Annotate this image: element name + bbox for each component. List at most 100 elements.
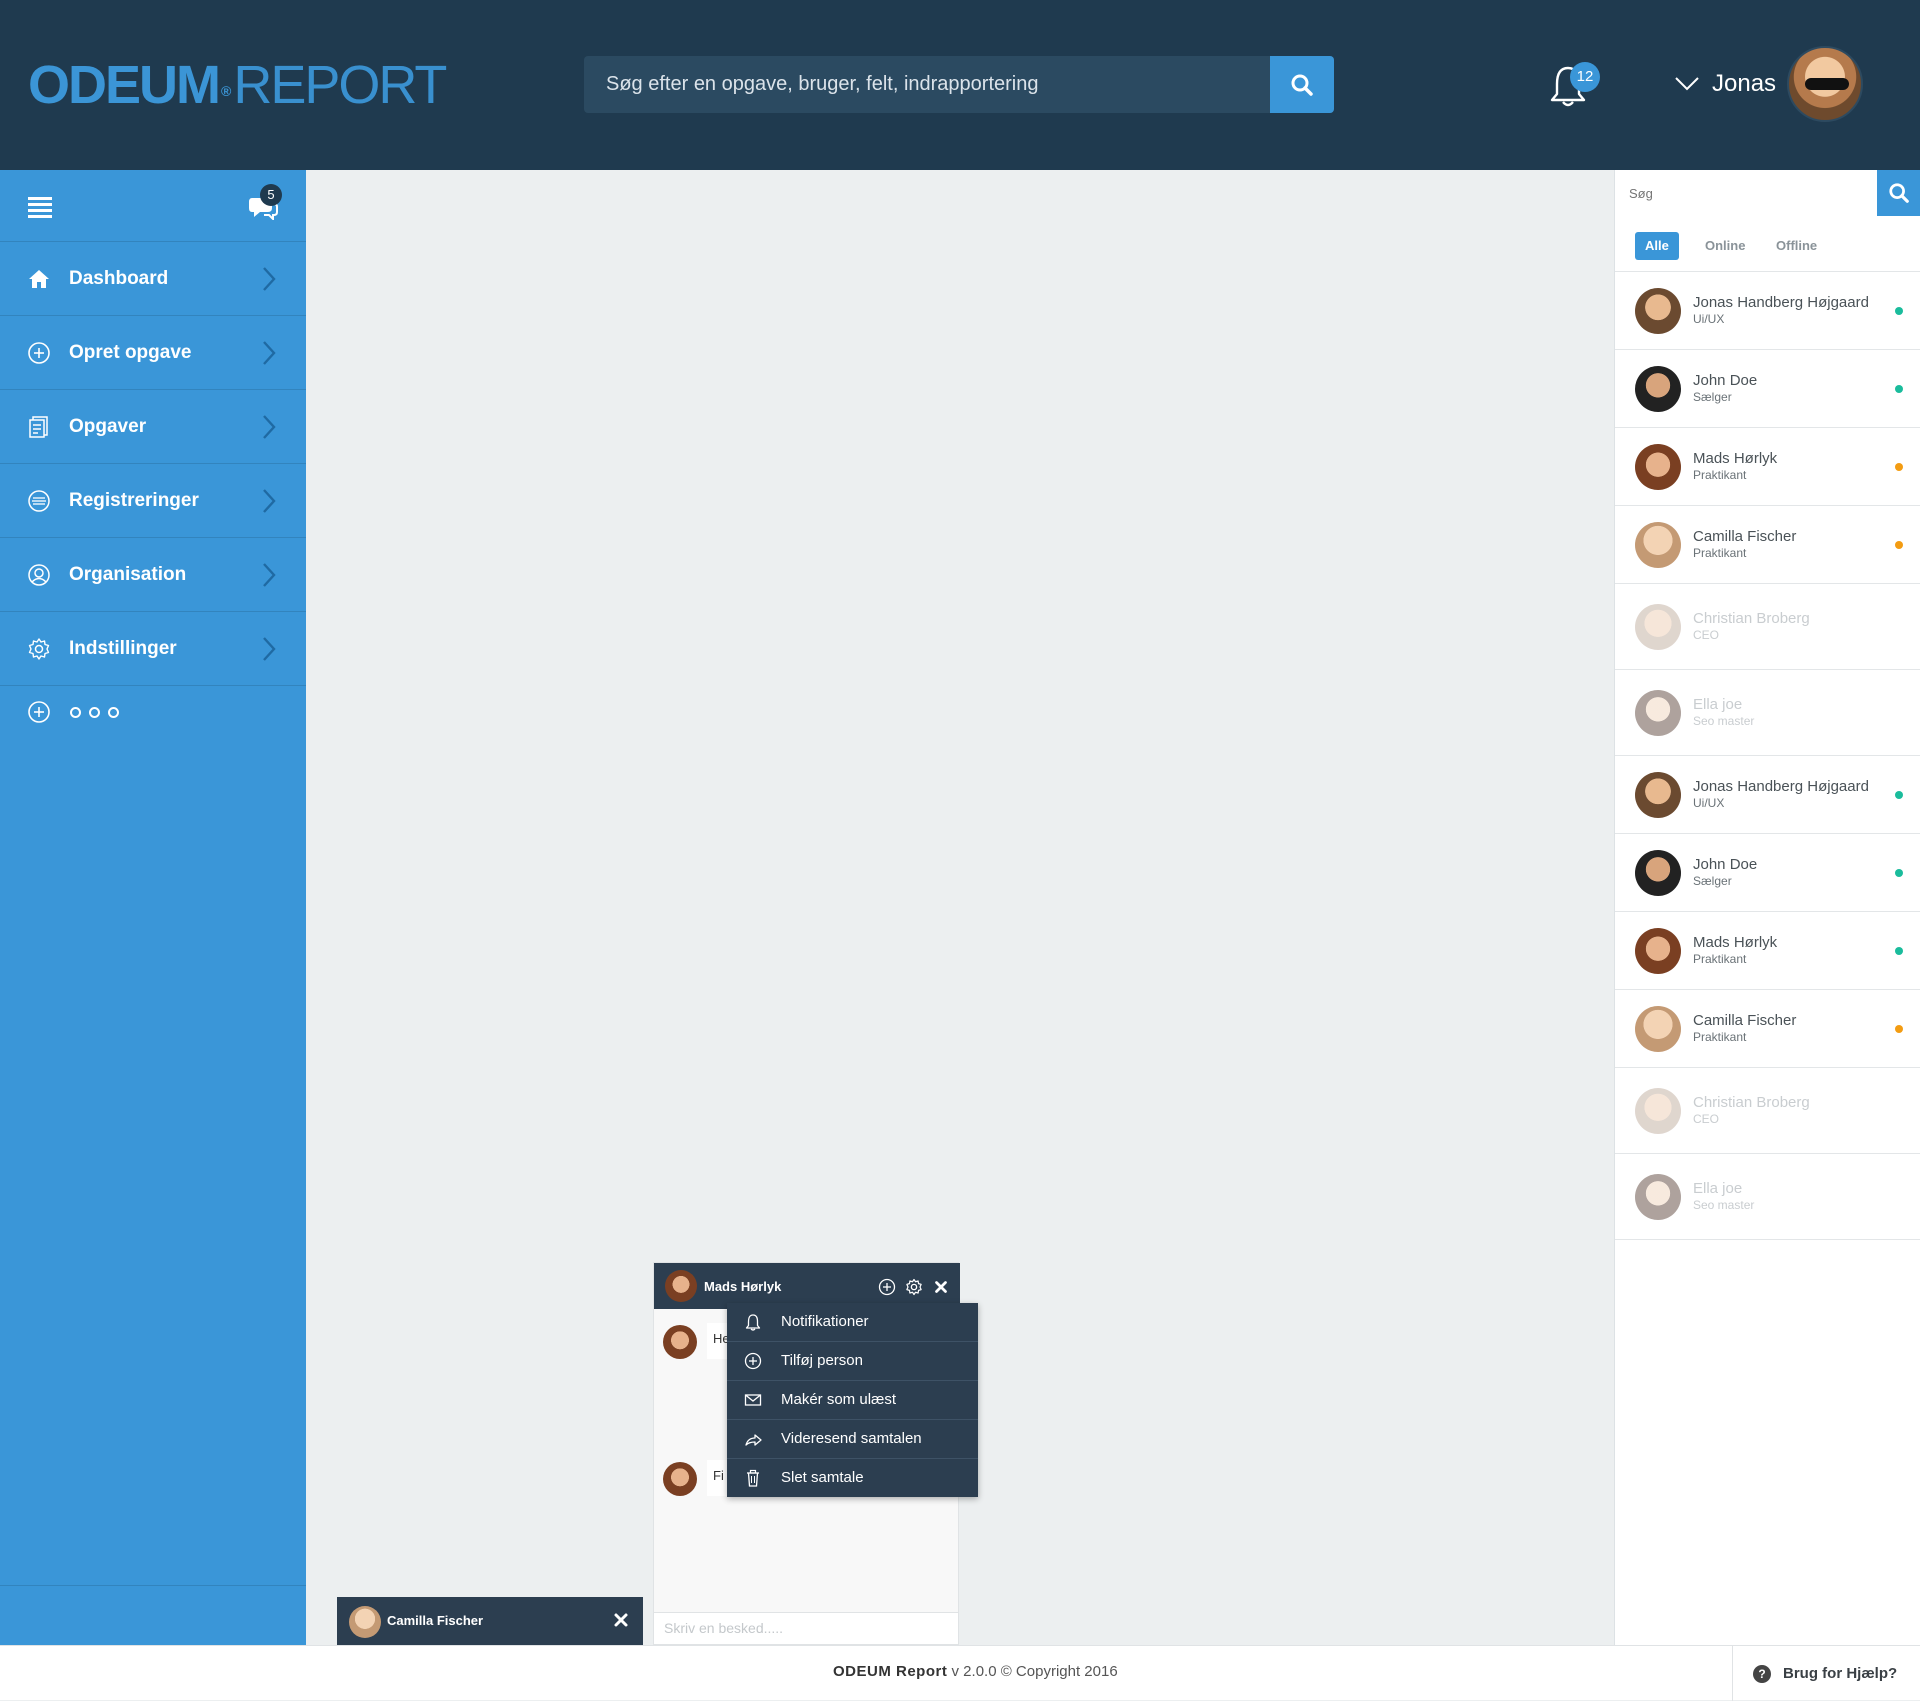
contacts-search-button[interactable] [1877,170,1920,216]
contact-role: Seo master [1693,714,1755,728]
menu-item-label: Slet samtale [781,1469,864,1486]
sidebar-item-label: Opgaver [69,415,147,437]
contact-item[interactable]: John Doe Sælger [1615,350,1920,428]
chat-window-minimized[interactable]: Camilla Fischer [337,1597,643,1645]
plus-circle-icon [28,701,50,723]
tab-offline[interactable]: Offline [1766,232,1827,260]
chevron-right-icon [263,488,276,513]
sidebar-item-label: Registreringer [69,489,199,511]
sidebar-item-organisation[interactable]: Organisation [0,538,306,612]
contact-name: John Doe [1693,372,1758,389]
footer-version: v 2.0.0 © Copyright 2016 [947,1663,1118,1680]
tab-all[interactable]: Alle [1635,232,1679,260]
contact-name: Mads Hørlyk [1693,450,1778,467]
contact-item[interactable]: Christian Broberg CEO [1615,1068,1920,1154]
home-icon [29,269,49,288]
contacts-panel: Alle Online Offline Jonas Handberg Højga… [1614,170,1920,1645]
contact-role: Ui/UX [1693,796,1725,810]
contact-role: CEO [1693,1112,1720,1126]
status-indicator [1895,306,1903,315]
avatar [663,1462,697,1496]
avatar [1635,1173,1681,1220]
avatar [1635,689,1681,736]
contact-item[interactable]: Christian Broberg CEO [1615,584,1920,670]
avatar [1635,1005,1681,1052]
menu-item-notifications[interactable]: Notifikationer [727,1303,978,1342]
avatar [1635,365,1681,412]
help-question-icon: ? [1753,1664,1771,1683]
close-icon[interactable] [932,1278,950,1296]
contact-item[interactable]: Mads Hørlyk Praktikant [1615,428,1920,506]
tab-online[interactable]: Online [1695,232,1755,260]
close-icon[interactable] [611,1610,631,1630]
contact-role: Sælger [1693,874,1732,888]
menu-item-label: Tilføj person [781,1352,863,1369]
chevron-right-icon [263,340,276,365]
global-search-input[interactable] [584,56,1270,113]
menu-item-delete[interactable]: Slet samtale [727,1459,978,1498]
chevron-down-icon [1675,77,1699,91]
help-button[interactable]: ? Brug for Hjælp? [1732,1646,1920,1701]
contact-item[interactable]: John Doe Sælger [1615,834,1920,912]
chat-contact-name: Mads Hørlyk [704,1279,782,1294]
contact-item[interactable]: Camilla Fischer Praktikant [1615,990,1920,1068]
contact-item[interactable]: Mads Hørlyk Praktikant [1615,912,1920,990]
plus-circle-icon [28,341,50,364]
menu-item-add-person[interactable]: Tilføj person [727,1342,978,1381]
chat-contact-name: Camilla Fischer [387,1613,484,1628]
contact-item[interactable]: Jonas Handberg Højgaard Ui/UX [1615,272,1920,350]
avatar [665,1270,697,1302]
menu-item-forward[interactable]: Videresend samtalen [727,1420,978,1459]
status-indicator [1895,384,1903,393]
contact-item[interactable]: Ella joe Seo master [1615,1154,1920,1240]
organisation-icon [28,563,50,586]
trash-icon [747,1469,759,1487]
avatar [1635,927,1681,974]
sidebar-item-tasks[interactable]: Opgaver [0,390,306,464]
sidebar-item-dashboard[interactable]: Dashboard [0,242,306,316]
status-indicator [1895,868,1903,877]
sidebar-item-label: Indstillinger [69,637,177,659]
logo[interactable]: ODEUM ®REPORT [28,55,447,115]
contact-name: John Doe [1693,856,1758,873]
sidebar: 5 Dashboard Opret opgave Opgaver Registr… [0,170,306,1645]
contact-name: Ella joe [1693,1180,1743,1197]
sidebar-add-more[interactable] [0,686,306,738]
search-icon [1291,74,1313,96]
add-person-icon[interactable] [878,1278,896,1296]
sidebar-item-label: Organisation [69,563,187,585]
menu-item-label: Makér som ulæst [781,1391,897,1408]
contact-item[interactable]: Ella joe Seo master [1615,670,1920,756]
menu-item-mark-unread[interactable]: Makér som ulæst [727,1381,978,1420]
chevron-right-icon [263,266,276,291]
contact-name: Mads Hørlyk [1693,934,1778,951]
contact-role: Ui/UX [1693,312,1725,326]
avatar [663,1325,697,1359]
gear-icon[interactable] [905,1278,923,1296]
chat-message-field [654,1612,958,1644]
sidebar-item-create-task[interactable]: Opret opgave [0,316,306,390]
contact-name: Jonas Handberg Højgaard [1693,778,1869,795]
sidebar-item-registrations[interactable]: Registreringer [0,464,306,538]
menu-item-label: Videresend samtalen [781,1430,922,1447]
contact-item[interactable]: Camilla Fischer Praktikant [1615,506,1920,584]
contact-name: Christian Broberg [1693,1094,1810,1111]
contacts-search [1615,170,1920,216]
chevron-right-icon [263,414,276,439]
contact-role: Sælger [1693,390,1732,404]
sidebar-item-settings[interactable]: Indstillinger [0,612,306,686]
chat-message-input[interactable] [654,1613,958,1643]
contact-item[interactable]: Jonas Handberg Højgaard Ui/UX [1615,756,1920,834]
bell-icon [745,1314,761,1331]
global-search-button[interactable] [1270,56,1334,113]
contacts-search-input[interactable] [1615,170,1877,216]
avatar [1635,1087,1681,1134]
status-indicator [1895,462,1903,471]
top-header: ODEUM®REPORT 12 Jonas [0,0,1920,170]
search-icon [1889,183,1909,203]
contact-name: Jonas Handberg Højgaard [1693,294,1869,311]
user-avatar[interactable] [1787,46,1863,122]
user-menu[interactable]: Jonas [1674,64,1776,104]
menu-item-label: Notifikationer [781,1313,869,1330]
menu-toggle-icon[interactable] [28,197,52,221]
